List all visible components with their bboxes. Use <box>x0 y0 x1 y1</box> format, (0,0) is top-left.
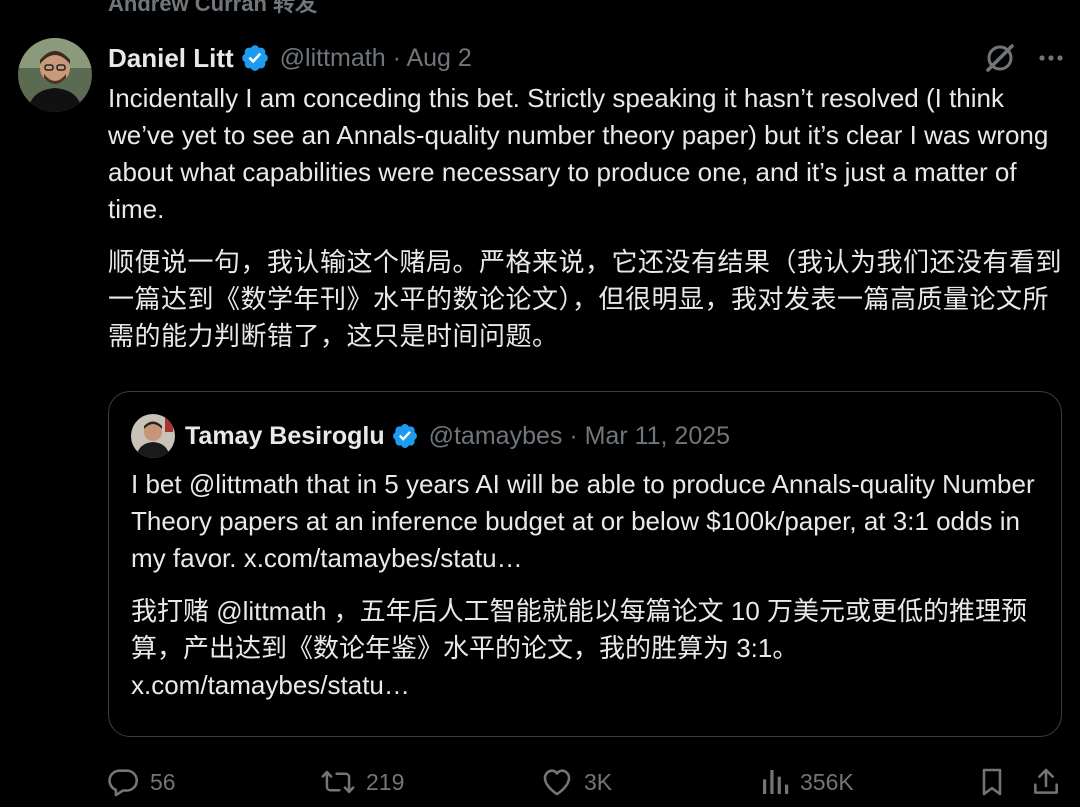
views-icon <box>760 766 790 798</box>
quoted-tweet-card[interactable]: Tamay Besiroglu @tamaybes · Mar 11, 2025… <box>108 391 1062 737</box>
tweet-header: Daniel Litt @littmath · Aug 2 <box>108 38 472 78</box>
views-button[interactable]: 356K <box>760 760 854 804</box>
quoted-text-english: I bet @littmath that in 5 years AI will … <box>131 469 1035 573</box>
quoted-text: I bet @littmath that in 5 years AI will … <box>131 466 1041 704</box>
avatar[interactable] <box>18 38 92 112</box>
share-button[interactable] <box>1030 760 1062 804</box>
views-count: 356K <box>800 768 854 795</box>
like-count: 3K <box>584 768 613 795</box>
repost-count: 219 <box>366 768 405 795</box>
action-bar: 56 219 3K 356K <box>0 760 1080 804</box>
tweet-top-actions <box>982 40 1066 76</box>
quoted-avatar[interactable] <box>131 414 175 458</box>
repost-indicator[interactable]: Andrew Curran 转发 <box>108 0 317 18</box>
author-name[interactable]: Daniel Litt <box>108 43 234 74</box>
verified-badge-icon <box>391 422 419 450</box>
reply-button[interactable]: 56 <box>106 760 176 804</box>
quoted-author-name[interactable]: Tamay Besiroglu <box>185 422 385 451</box>
bookmark-icon <box>976 765 1008 799</box>
repost-icon <box>320 765 356 799</box>
grok-slash-icon[interactable] <box>982 40 1018 76</box>
quoted-avatar-image <box>131 414 175 458</box>
share-icon <box>1030 765 1062 799</box>
more-icon[interactable] <box>1036 43 1066 73</box>
tweet-text: Incidentally I am conceding this bet. St… <box>108 80 1068 355</box>
like-button[interactable]: 3K <box>540 760 612 804</box>
reply-icon <box>106 765 140 799</box>
quoted-handle-and-date[interactable]: @tamaybes · Mar 11, 2025 <box>429 422 730 451</box>
bookmark-button[interactable] <box>976 760 1008 804</box>
avatar-image <box>18 38 92 112</box>
quoted-header: Tamay Besiroglu @tamaybes · Mar 11, 2025 <box>185 416 730 456</box>
tweet-text-chinese: 顺便说一句，我认输这个赌局。严格来说，它还没有结果（我认为我们还没有看到一篇达到… <box>108 247 1063 351</box>
verified-badge-icon <box>240 43 270 73</box>
handle-and-date[interactable]: @littmath · Aug 2 <box>280 44 472 73</box>
tweet-text-english: Incidentally I am conceding this bet. St… <box>108 83 1049 224</box>
repost-button[interactable]: 219 <box>320 760 404 804</box>
quoted-text-chinese: 我打赌 @littmath ，五年后人工智能就能以每篇论文 10 万美元或更低的… <box>131 596 1028 700</box>
like-icon <box>540 765 574 799</box>
reply-count: 56 <box>150 768 176 795</box>
